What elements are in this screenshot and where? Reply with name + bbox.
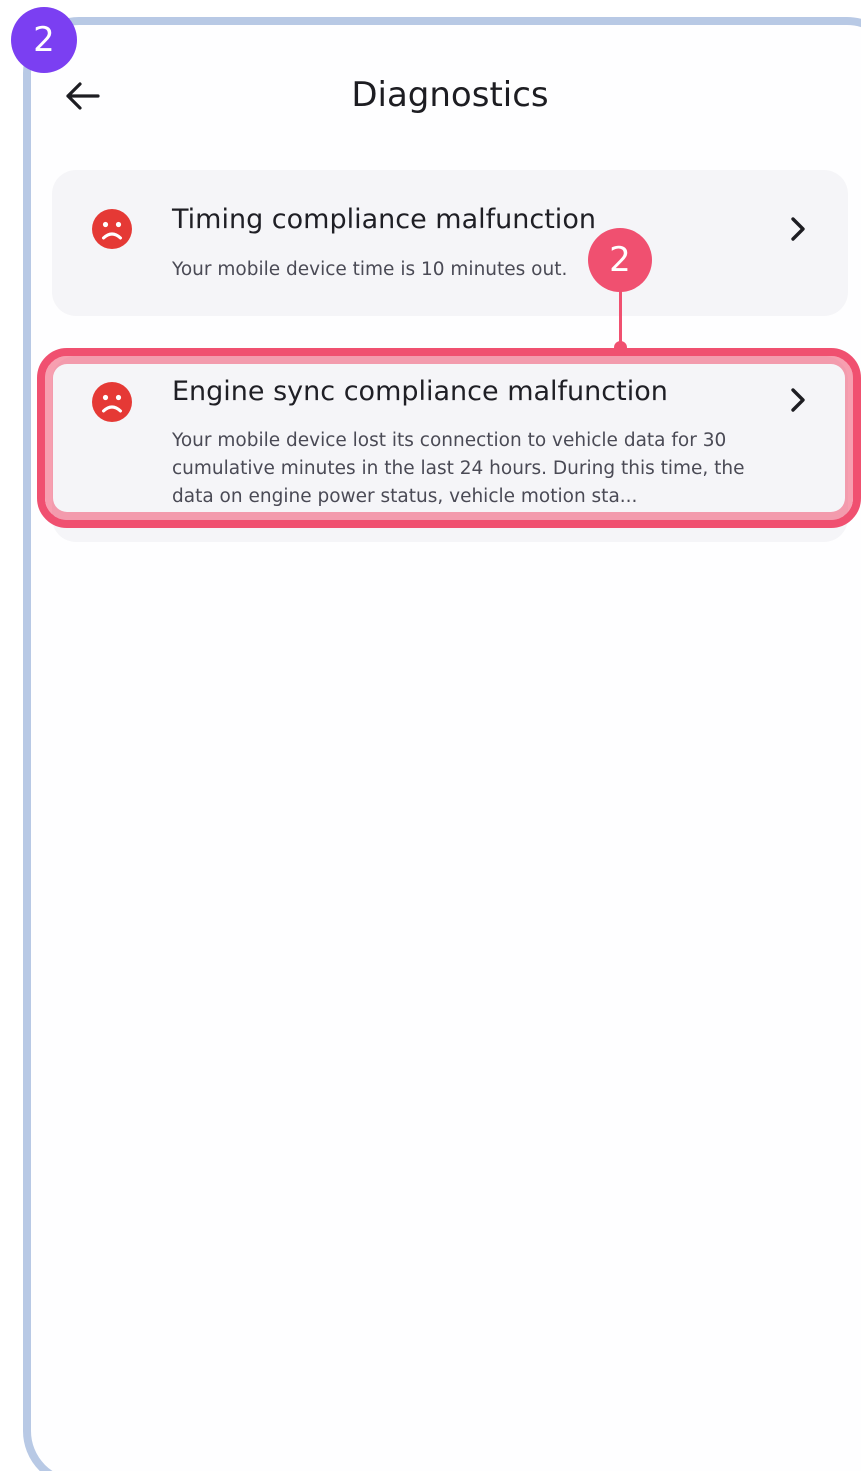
diagnostic-title: Timing compliance malfunction xyxy=(172,204,596,235)
sad-face-icon xyxy=(92,209,132,249)
diagnostic-description: Your mobile device lost its connection t… xyxy=(172,430,745,507)
diagnostic-title: Engine sync compliance malfunction xyxy=(172,376,668,407)
diagnostic-description: Your mobile device time is 10 minutes ou… xyxy=(172,259,568,280)
step-badge: 2 xyxy=(11,7,77,73)
sad-face-icon xyxy=(92,382,132,422)
arrow-left-icon xyxy=(66,82,100,110)
callout-badge: 2 xyxy=(588,228,652,292)
chevron-right-icon xyxy=(791,217,805,241)
chevron-right-icon xyxy=(791,388,805,412)
page-title: Diagnostics xyxy=(351,75,549,115)
diagnostic-item-engine-sync[interactable]: Engine sync compliance malfunction Your … xyxy=(52,356,848,542)
callout-dot xyxy=(614,341,627,354)
diagnostic-item-timing[interactable]: Timing compliance malfunction Your mobil… xyxy=(52,170,848,316)
callout-line xyxy=(619,286,622,348)
screen: 2 Diagnostics Timing compliance malfunct… xyxy=(0,0,861,1471)
back-button[interactable] xyxy=(60,74,104,118)
